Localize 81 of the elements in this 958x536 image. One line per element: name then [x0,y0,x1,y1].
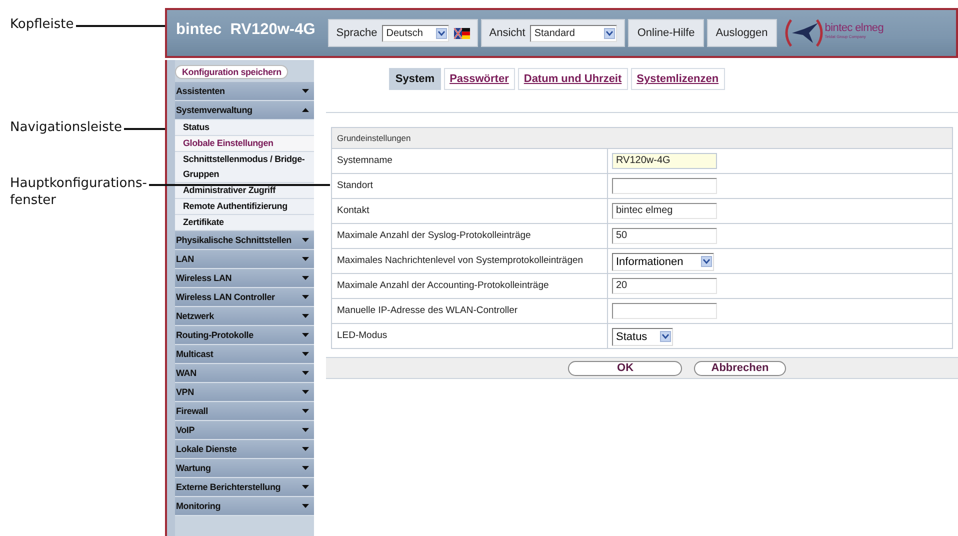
field-label: Systemname [332,149,608,173]
menu-item[interactable]: Firewall [175,402,314,421]
menu-item[interactable]: VPN [175,383,314,402]
product-title: bintec RV120w-4G [175,21,316,39]
field-label: Maximales Nachrichtenlevel von Systemprotokolleinträgen [332,249,608,273]
menu-item[interactable]: Monitoring [175,497,314,516]
submenu-item[interactable]: Zertifikate [175,215,314,231]
menu-item[interactable]: Routing-Protokolle [175,326,314,345]
field-label: Maximale Anzahl der Syslog-Protokolleinträge [332,224,608,248]
dropdown-field[interactable]: Deutsch [382,24,450,42]
form-button[interactable]: Abbrechen [694,360,786,376]
menu-item[interactable]: WAN [175,364,314,383]
expand-arrow-icon [302,295,309,299]
view-label: Ansicht [489,27,526,39]
input-field[interactable]: RV120w-4G [612,153,717,169]
leader-line [124,128,165,130]
expand-arrow-icon [302,485,309,489]
input-field[interactable] [612,303,717,319]
expand-arrow-icon [302,409,309,413]
expand-arrow-icon [302,504,309,508]
menu-item[interactable]: Physikalische Schnittstellen [175,231,314,250]
dropdown-arrow-icon[interactable] [604,28,616,38]
section-header: Grundeinstellungen [332,128,952,149]
header-button[interactable]: Online-Hilfe [628,19,704,47]
annotation-label: Hauptkonfigurations- fenster [10,175,147,209]
input-field[interactable]: 50 [612,228,717,244]
collapse-arrow-icon [302,108,309,112]
field-label: LED-Modus [332,324,608,348]
dropdown-arrow-icon[interactable] [660,331,671,342]
language-label: Sprache [336,27,378,39]
menu-item[interactable]: Netzwerk [175,307,314,326]
expand-arrow-icon [302,314,309,318]
bird-logo-icon [784,18,824,48]
menu-item[interactable]: Lokale Dienste [175,440,314,459]
save-configuration-button[interactable]: Konfiguration speichern [175,65,288,79]
annotation-label: Kopfleiste [10,16,74,33]
menu-item[interactable]: Wartung [175,459,314,478]
menu-item[interactable]: LAN [175,250,314,269]
logo-name: bintec elmeg [824,22,884,34]
field-label: Standort [332,174,608,198]
input-field[interactable] [612,178,717,194]
dropdown-arrow-icon[interactable] [436,28,448,38]
expand-arrow-icon [302,390,309,394]
dropdown-field[interactable]: Informationen [612,252,714,270]
submenu-item[interactable]: Remote Authentifizierung [175,199,314,215]
tab[interactable]: Systemlizenzen [630,68,725,90]
expand-arrow-icon [302,276,309,280]
tab[interactable]: System [389,68,441,90]
flag-icon[interactable] [454,28,470,38]
field-label: Kontakt [332,199,608,223]
menu-item[interactable]: Wireless LAN [175,269,314,288]
expand-arrow-icon [302,257,309,261]
submenu-item[interactable]: Globale Einstellungen [175,136,314,152]
field-label: Manuelle IP-Adresse des WLAN-Controller [332,299,608,323]
annotation-label: Navigationsleiste [10,119,122,136]
menu-item[interactable]: Wireless LAN Controller [175,288,314,307]
expand-arrow-icon [302,352,309,356]
expand-arrow-icon [302,238,309,242]
form-button[interactable]: OK [568,360,682,376]
menu-item[interactable]: VoIP [175,421,314,440]
submenu-item[interactable]: Status [175,120,314,136]
menu-item[interactable]: Externe Berichterstellung [175,478,314,497]
tab[interactable]: Passwörter [444,68,515,90]
header-button[interactable]: Ausloggen [706,19,777,47]
dropdown-arrow-icon[interactable] [701,256,712,267]
expand-arrow-icon [302,371,309,375]
expand-arrow-icon [302,428,309,432]
menu-item[interactable]: Assistenten [175,82,314,101]
input-field[interactable]: 20 [612,278,717,294]
menu-item[interactable]: Systemverwaltung [175,101,314,120]
menu-item[interactable]: Multicast [175,345,314,364]
dropdown-field[interactable]: Standard [530,24,618,42]
input-field[interactable]: bintec elmeg [612,203,717,219]
tab[interactable]: Datum und Uhrzeit [518,68,628,90]
expand-arrow-icon [302,447,309,451]
expand-arrow-icon [302,89,309,93]
dropdown-field[interactable]: Status [612,328,673,346]
field-label: Maximale Anzahl der Accounting-Protokolleinträge [332,274,608,298]
expand-arrow-icon [302,333,309,337]
expand-arrow-icon [302,466,309,470]
submenu-item[interactable]: Schnittstellenmodus / Bridge-Gruppen [175,152,314,183]
